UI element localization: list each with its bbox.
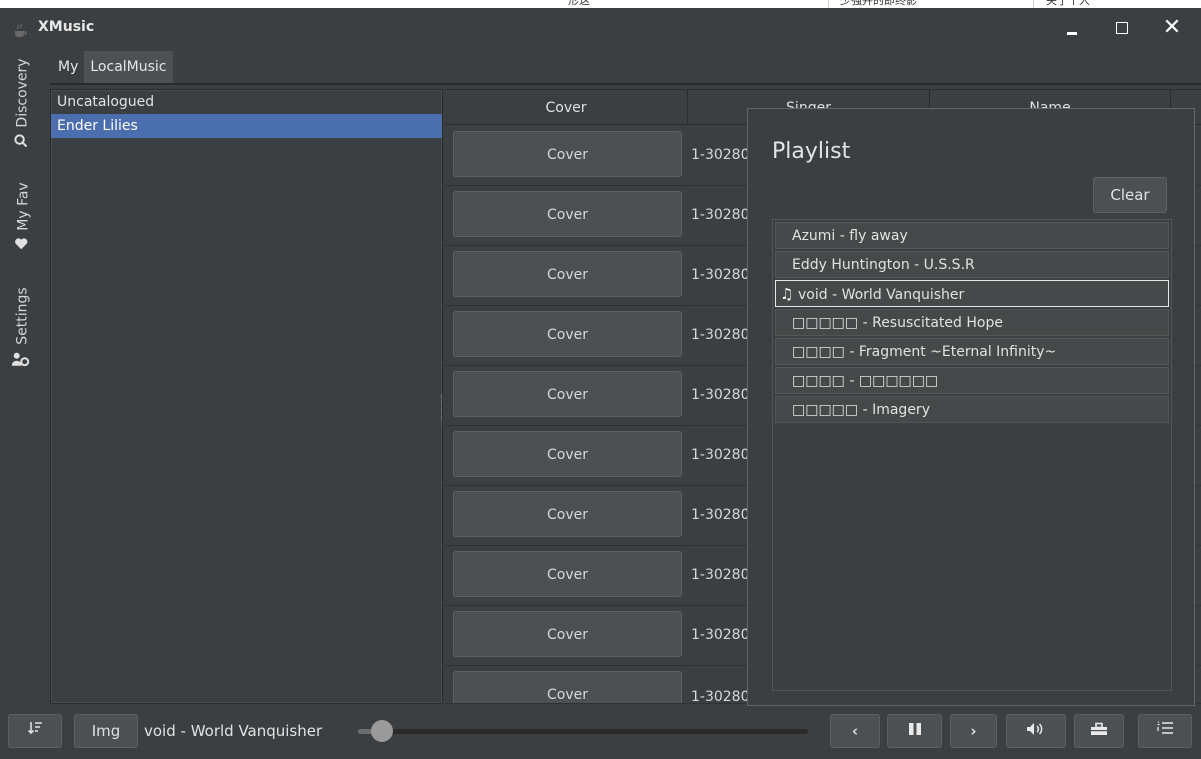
sidebar: Discovery My Fav Settings xyxy=(0,48,46,708)
slider-knob[interactable] xyxy=(371,720,393,742)
sidebar-item-label: My Fav xyxy=(15,181,32,231)
tab-my[interactable]: My xyxy=(52,51,84,83)
tab-divider xyxy=(50,83,1201,85)
prev-icon: ‹ xyxy=(851,722,859,740)
singer-cell: 1-30280 xyxy=(691,267,750,283)
playlist-popup: Playlist Clear Azumi - fly away Eddy Hun… xyxy=(747,108,1195,706)
sidebar-item-label: Settings xyxy=(15,287,32,345)
playlist-title: Playlist xyxy=(772,139,851,164)
singer-cell: 1-30280 xyxy=(691,147,750,163)
singer-cell: 1-30280 xyxy=(691,507,750,523)
clear-button[interactable]: Clear xyxy=(1093,177,1167,213)
playlist-item[interactable]: Azumi - fly away xyxy=(775,222,1169,249)
close-icon: ✕ xyxy=(1162,15,1182,40)
search-icon xyxy=(14,134,32,148)
heart-icon xyxy=(14,236,32,250)
sidebar-item-discovery[interactable]: Discovery xyxy=(0,48,46,158)
music-note-icon: ♫ xyxy=(780,285,794,303)
playlist-item[interactable]: □□□□ - □□□□□□ xyxy=(775,367,1169,394)
playlist-item[interactable]: □□□□□ - Resuscitated Hope xyxy=(775,309,1169,336)
playlist-item[interactable]: □□□□□ - Imagery xyxy=(775,396,1169,423)
background-text: 形这 xyxy=(568,0,590,7)
cover-button[interactable]: Cover xyxy=(453,371,682,417)
maximize-button[interactable] xyxy=(1108,16,1136,40)
playlist-item-label: void - World Vanquisher xyxy=(798,287,965,303)
tab-bar: My LocalMusic xyxy=(52,51,173,83)
list-item-uncatalogued[interactable]: Uncatalogued xyxy=(51,90,442,114)
cover-button[interactable]: Cover xyxy=(453,671,682,703)
minimize-button[interactable] xyxy=(1058,16,1086,40)
background-text: 少强并的即终影 xyxy=(840,0,917,7)
singer-cell: 1-30280 xyxy=(691,627,750,643)
volume-button[interactable] xyxy=(1006,714,1066,748)
list-item-ender-lilies[interactable]: Ender Lilies xyxy=(51,114,442,138)
toolbox-button[interactable] xyxy=(1074,714,1124,748)
cover-button[interactable]: Cover xyxy=(453,551,682,597)
maximize-icon xyxy=(1116,22,1128,34)
pause-icon xyxy=(908,722,922,740)
cover-button[interactable]: Cover xyxy=(453,251,682,297)
sidebar-item-label: Discovery xyxy=(15,58,32,128)
cover-button[interactable]: Cover xyxy=(453,611,682,657)
singer-cell: 1-30280 xyxy=(691,689,750,704)
progress-slider[interactable] xyxy=(358,720,808,742)
cover-button[interactable]: Cover xyxy=(453,131,682,177)
cover-button[interactable]: Cover xyxy=(453,491,682,537)
playlist-item[interactable]: Eddy Huntington - U.S.S.R xyxy=(775,251,1169,278)
sidebar-item-settings[interactable]: Settings xyxy=(0,273,46,383)
now-playing-title: void - World Vanquisher xyxy=(144,722,323,740)
playlist-item[interactable]: □□□□ - Fragment ~Eternal Infinity~ xyxy=(775,338,1169,365)
singer-cell: 1-30280 xyxy=(691,327,750,343)
pause-button[interactable] xyxy=(887,714,942,748)
singer-cell: 1-30280 xyxy=(691,567,750,583)
player-bar: Img void - World Vanquisher ‹ › xyxy=(0,708,1201,759)
window-title: XMusic xyxy=(38,19,95,35)
playlist-button[interactable] xyxy=(1138,714,1192,748)
volume-icon xyxy=(1026,722,1046,740)
playlist-list: Azumi - fly away Eddy Huntington - U.S.S… xyxy=(772,219,1172,691)
close-button[interactable]: ✕ xyxy=(1158,16,1186,40)
cover-button[interactable]: Cover xyxy=(453,191,682,237)
sort-icon xyxy=(27,722,43,740)
singer-cell: 1-30280 xyxy=(691,387,750,403)
next-button[interactable]: › xyxy=(950,714,997,748)
toolbox-icon xyxy=(1090,722,1108,740)
sort-button[interactable] xyxy=(8,714,62,748)
cover-button[interactable]: Cover xyxy=(453,431,682,477)
singer-cell: 1-30280 xyxy=(691,447,750,463)
users-gear-icon xyxy=(12,351,33,369)
category-list: Uncatalogued Ender Lilies xyxy=(50,89,443,704)
img-button[interactable]: Img xyxy=(74,714,138,748)
playlist-item-playing[interactable]: ♫ void - World Vanquisher xyxy=(775,280,1169,307)
title-bar: XMusic ✕ xyxy=(0,8,1201,48)
next-icon: › xyxy=(970,722,977,740)
singer-cell: 1-30280 xyxy=(691,207,750,223)
cover-button[interactable]: Cover xyxy=(453,311,682,357)
background-window-strip: 形这 少强并的即终影 关于个人 xyxy=(0,0,1201,8)
java-cup-icon xyxy=(12,22,28,38)
minimize-icon xyxy=(1067,32,1077,35)
previous-button[interactable]: ‹ xyxy=(830,714,880,748)
list-icon xyxy=(1156,721,1174,740)
column-header-cover[interactable]: Cover xyxy=(445,90,688,124)
tab-localmusic[interactable]: LocalMusic xyxy=(84,51,173,83)
background-text: 关于个人 xyxy=(1046,0,1090,7)
sidebar-item-my-fav[interactable]: My Fav xyxy=(0,166,46,266)
